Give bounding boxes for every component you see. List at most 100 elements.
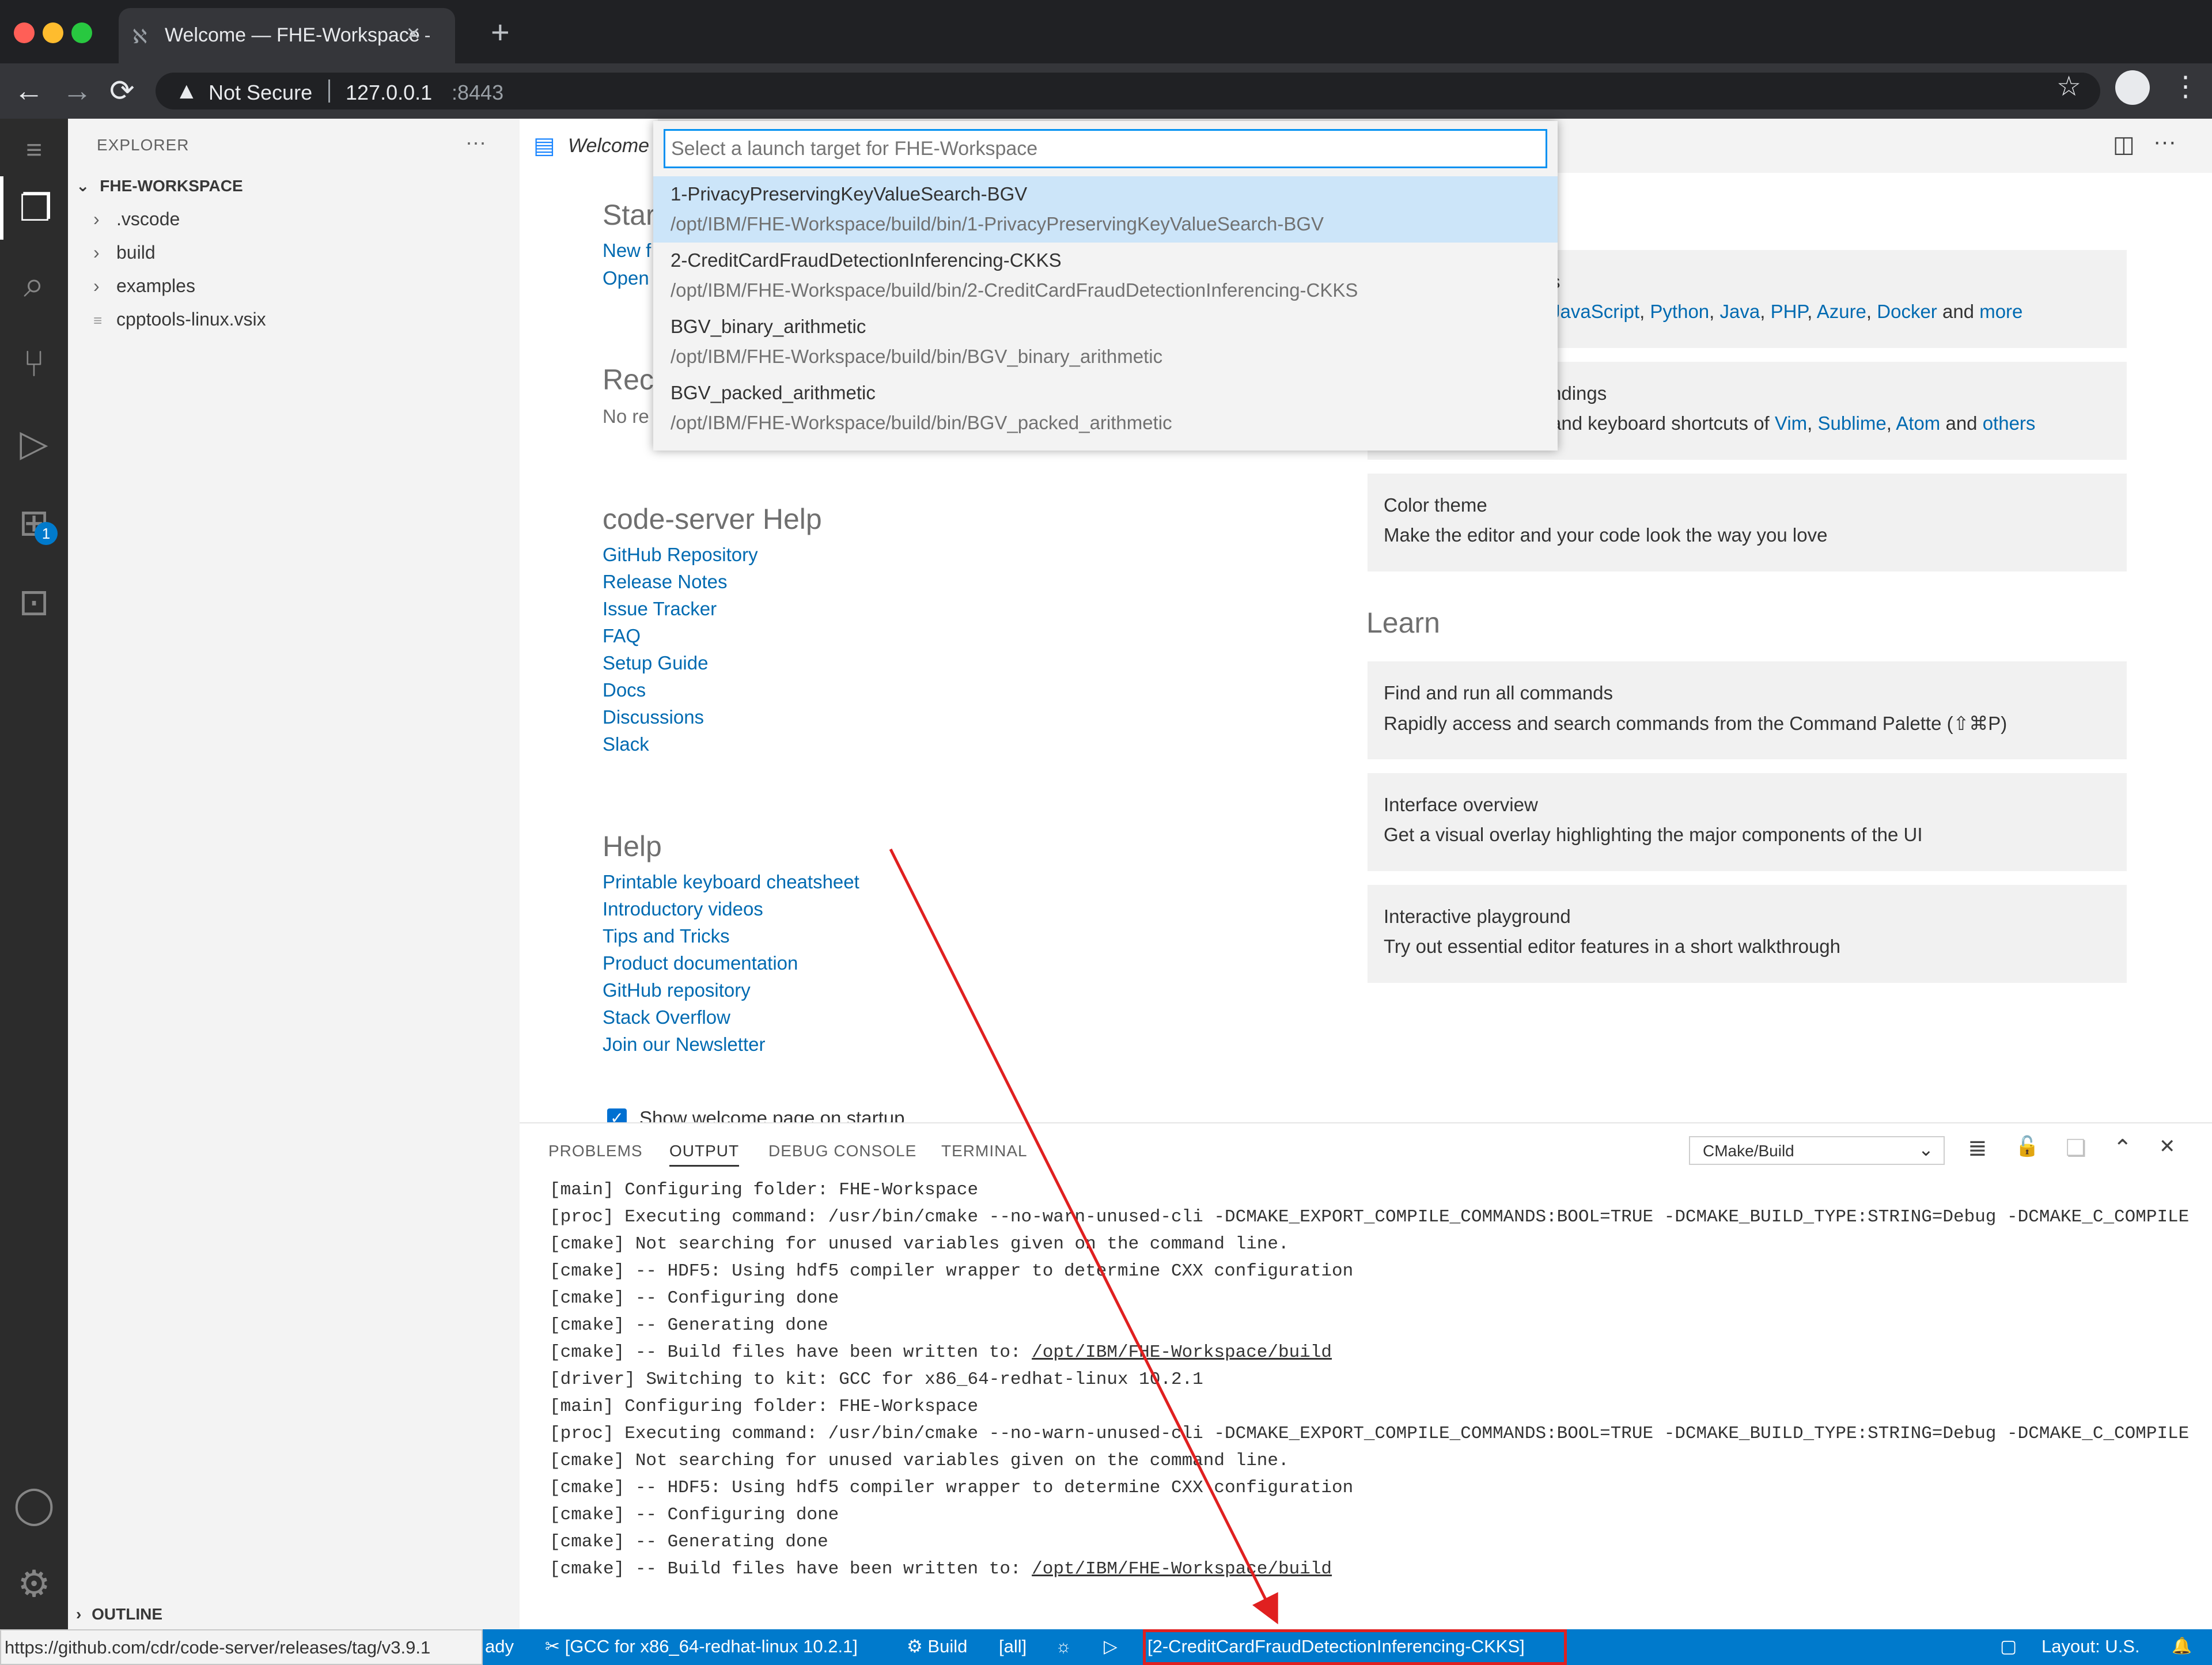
interface-overview-card[interactable]: Interface overview Get a visual overlay … — [1368, 773, 2127, 871]
atom-link[interactable]: Atom — [1896, 413, 1940, 434]
remote-explorer-icon[interactable]: ⊡ — [0, 570, 68, 634]
status-build-target[interactable]: [all] — [999, 1636, 1027, 1657]
launch-target-item[interactable]: BGV_binary_arithmetic /opt/IBM/FHE-Works… — [653, 309, 1558, 375]
source-control-icon[interactable]: ⑂ — [0, 332, 68, 395]
launch-target-item[interactable]: 1-PrivacyPreservingKeyValueSearch-BGV /o… — [653, 176, 1558, 243]
editor-more-icon[interactable]: ··· — [2153, 129, 2176, 155]
tree-item-vscode[interactable]: › .vscode — [93, 209, 180, 230]
introductory-videos-link[interactable]: Introductory videos — [603, 898, 859, 925]
maximize-panel-icon[interactable]: ⌃ — [2113, 1135, 2133, 1161]
tab-debug-console[interactable]: DEBUG CONSOLE — [768, 1142, 916, 1160]
new-file-link[interactable]: New f — [603, 240, 651, 262]
javascript-link[interactable]: JavaScript — [1551, 301, 1639, 322]
launch-target-quick-pick: 1-PrivacyPreservingKeyValueSearch-BGV /o… — [653, 121, 1558, 451]
split-editor-icon[interactable]: ◫ — [2113, 131, 2135, 158]
status-build[interactable]: ⚙ Build — [907, 1636, 967, 1657]
python-link[interactable]: Python — [1650, 301, 1709, 322]
back-icon[interactable]: ← — [14, 74, 44, 108]
run-icon[interactable]: ▷ — [1104, 1636, 1118, 1657]
discussions-link[interactable]: Discussions — [603, 706, 758, 733]
open-log-icon[interactable]: ❏ — [2066, 1135, 2086, 1161]
browser-tab[interactable]: ℵ Welcome — FHE-Workspace — code-server … — [119, 8, 455, 63]
launch-target-item[interactable]: BGV_packed_arithmetic /opt/IBM/FHE-Works… — [653, 375, 1558, 441]
github-repo-link[interactable]: GitHub repository — [603, 979, 859, 1006]
faq-link[interactable]: FAQ — [603, 625, 758, 652]
tab-output[interactable]: OUTPUT — [669, 1142, 740, 1167]
keyboard-layout[interactable]: Layout: U.S. — [2041, 1636, 2140, 1657]
java-link[interactable]: Java — [1720, 301, 1760, 322]
explorer-more-icon[interactable]: ··· — [465, 130, 486, 154]
more-link[interactable]: more — [1979, 301, 2022, 322]
setup-guide-link[interactable]: Setup Guide — [603, 652, 758, 679]
clear-output-icon[interactable]: ≣ — [1968, 1135, 1987, 1161]
stack-overflow-link[interactable]: Stack Overflow — [603, 1006, 859, 1034]
release-notes-link[interactable]: Release Notes — [603, 571, 758, 598]
github-repository-link[interactable]: GitHub Repository — [603, 544, 758, 571]
status-ready[interactable]: ady — [485, 1636, 514, 1657]
close-panel-icon[interactable]: ✕ — [2159, 1135, 2176, 1158]
interactive-playground-card[interactable]: Interactive playground Try out essential… — [1368, 885, 2127, 983]
chevron-down-icon: ⌄ — [1918, 1139, 1934, 1160]
newsletter-link[interactable]: Join our Newsletter — [603, 1034, 859, 1061]
keyboard-cheatsheet-link[interactable]: Printable keyboard cheatsheet — [603, 871, 859, 898]
security-label[interactable]: Not Secure — [209, 81, 312, 105]
quick-pick-input-box[interactable] — [664, 129, 1547, 168]
forward-icon[interactable]: → — [62, 74, 92, 108]
workspace-folder[interactable]: ⌄ FHE-WORKSPACE — [76, 176, 243, 195]
tips-and-tricks-link[interactable]: Tips and Tricks — [603, 925, 859, 952]
browser-menu-icon[interactable]: ⋮ — [2172, 70, 2199, 103]
azure-link[interactable]: Azure — [1817, 301, 1866, 322]
tree-item-examples[interactable]: › examples — [93, 275, 195, 297]
build-path-link[interactable]: /opt/IBM/FHE-Workspace/build — [1032, 1559, 1332, 1579]
settings-gear-icon[interactable]: ⚙ — [0, 1552, 68, 1615]
notifications-bell-icon[interactable]: 🔔 — [2172, 1636, 2192, 1655]
tab-problems[interactable]: PROBLEMS — [548, 1142, 643, 1160]
tree-item-build[interactable]: › build — [93, 242, 156, 263]
extensions-icon[interactable]: ⊞ — [0, 491, 68, 554]
tab-terminal[interactable]: TERMINAL — [941, 1142, 1028, 1160]
explorer-icon[interactable]: ❐ — [0, 176, 68, 240]
docs-link[interactable]: Docs — [603, 679, 758, 706]
open-folder-link[interactable]: Open — [603, 267, 649, 289]
accounts-icon[interactable]: ◯ — [0, 1473, 68, 1536]
search-icon[interactable]: ⌕ — [0, 252, 68, 316]
issue-tracker-link[interactable]: Issue Tracker — [603, 598, 758, 625]
address-bar[interactable]: ▲ Not Secure 127.0.0.1 :8443 — [156, 73, 2100, 109]
vim-link[interactable]: Vim — [1775, 413, 1807, 434]
profile-avatar-icon[interactable] — [2115, 70, 2150, 105]
bookmark-star-icon[interactable]: ☆ — [2056, 70, 2081, 103]
tree-item-cpptools[interactable]: ≡ cpptools-linux.vsix — [93, 309, 266, 330]
status-kit[interactable]: ✂ [GCC for x86_64-redhat-linux 10.2.1] — [545, 1636, 858, 1657]
tab-close-icon[interactable]: × — [407, 21, 420, 47]
php-link[interactable]: PHP — [1771, 301, 1808, 322]
feedback-icon[interactable]: ▢ — [2000, 1636, 2017, 1657]
slack-link[interactable]: Slack — [603, 733, 758, 760]
scroll-lock-icon[interactable]: 🔓 — [2015, 1135, 2039, 1158]
debug-icon[interactable]: ☼ — [1055, 1636, 1071, 1657]
launch-target-input[interactable] — [665, 131, 1546, 166]
output-log[interactable]: [main] Configuring folder: FHE-Workspace… — [550, 1176, 2209, 1583]
tab-welcome[interactable]: ▤ Welcome — [520, 119, 658, 173]
output-line: [driver] Switching to kit: GCC for x86_6… — [550, 1369, 1203, 1390]
menu-icon[interactable]: ≡ — [0, 119, 68, 182]
sublime-link[interactable]: Sublime — [1818, 413, 1887, 434]
zoom-window-dot[interactable] — [71, 22, 92, 43]
find-commands-card[interactable]: Find and run all commands Rapidly access… — [1368, 661, 2127, 759]
minimize-window-dot[interactable] — [43, 22, 63, 43]
product-documentation-link[interactable]: Product documentation — [603, 952, 859, 979]
outline-section[interactable]: › OUTLINE — [76, 1605, 162, 1624]
warning-icon[interactable]: ▲ — [175, 78, 198, 104]
close-window-dot[interactable] — [14, 22, 35, 43]
color-theme-card[interactable]: Color theme Make the editor and your cod… — [1368, 474, 2127, 572]
new-tab-icon[interactable]: + — [491, 16, 510, 48]
reload-icon[interactable]: ⟳ — [109, 74, 135, 108]
launch-target-item[interactable]: 2-CreditCardFraudDetectionInferencing-CK… — [653, 243, 1558, 309]
run-debug-icon[interactable]: ▷ — [0, 411, 68, 475]
learn-heading: Learn — [1366, 607, 1440, 639]
tree-item-label: examples — [116, 275, 195, 296]
others-link[interactable]: others — [1983, 413, 2036, 434]
docker-link[interactable]: Docker — [1877, 301, 1937, 322]
build-path-link[interactable]: /opt/IBM/FHE-Workspace/build — [1032, 1342, 1332, 1363]
output-channel-select[interactable]: CMake/Build ⌄ — [1689, 1136, 1945, 1165]
startup-checkbox[interactable]: ✓ — [607, 1108, 627, 1122]
